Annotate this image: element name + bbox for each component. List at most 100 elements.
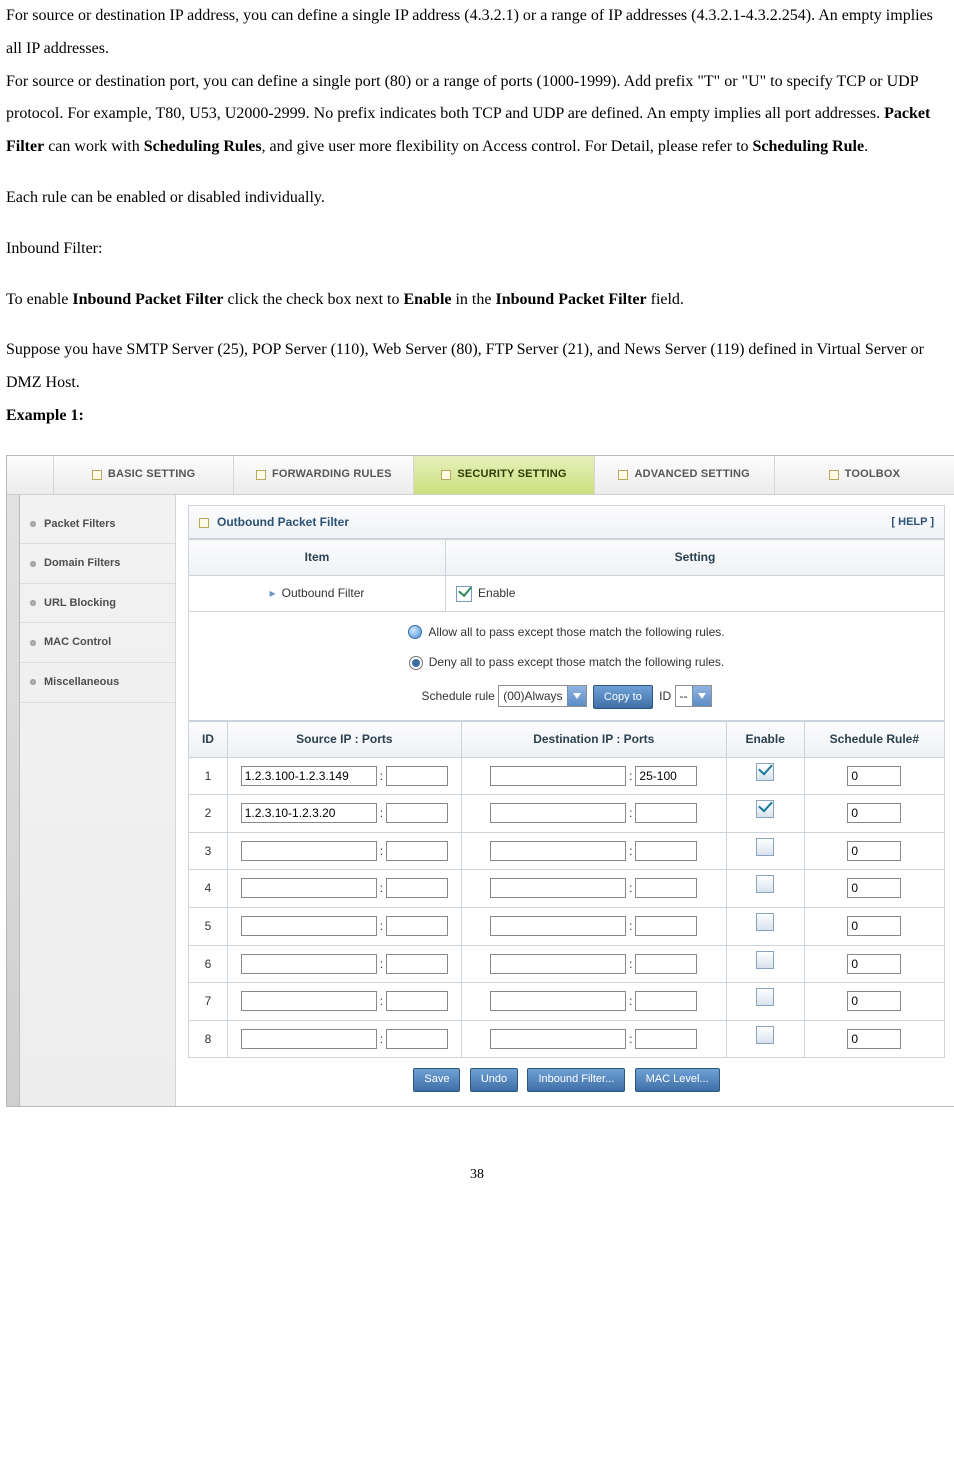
document-body: For source or destination IP address, yo… — [0, 0, 954, 1107]
top-nav: BASIC SETTING FORWARDING RULES SECURITY … — [7, 456, 954, 495]
row-enable-checkbox[interactable] — [756, 875, 774, 893]
schedule-rule-input[interactable] — [847, 1029, 901, 1049]
source-port-input[interactable] — [386, 954, 448, 974]
source-ip-input[interactable] — [241, 916, 377, 936]
source-ip-input[interactable] — [241, 954, 377, 974]
destination-port-input[interactable] — [635, 991, 697, 1011]
destination-port-input[interactable] — [635, 841, 697, 861]
destination-ip-input[interactable] — [490, 878, 626, 898]
schedule-rule-input[interactable] — [847, 841, 901, 861]
deny-radio[interactable] — [409, 656, 423, 670]
row-enable-checkbox[interactable] — [756, 763, 774, 781]
paragraph-port: For source or destination port, you can … — [6, 66, 948, 164]
sidebar-item-packet-filters[interactable]: Packet Filters — [20, 505, 175, 545]
destination-port-input[interactable] — [635, 1029, 697, 1049]
source-ip-input[interactable] — [241, 766, 377, 786]
destination-ip-input[interactable] — [490, 916, 626, 936]
cell-id: 8 — [189, 1020, 228, 1058]
destination-port-input[interactable] — [635, 766, 697, 786]
text: can work with — [44, 138, 144, 155]
tab-advanced-setting[interactable]: ADVANCED SETTING — [595, 456, 775, 494]
cell-enable — [726, 870, 804, 908]
help-link[interactable]: [ HELP ] — [891, 511, 934, 534]
cell-enable — [726, 1020, 804, 1058]
row-enable-checkbox[interactable] — [756, 988, 774, 1006]
colon: : — [626, 1032, 635, 1046]
source-ip-input[interactable] — [241, 841, 377, 861]
schedule-rule-input[interactable] — [847, 878, 901, 898]
source-ip-input[interactable] — [241, 991, 377, 1011]
left-nav: Packet Filters Domain Filters URL Blocki… — [20, 495, 176, 1106]
tab-forwarding-rules[interactable]: FORWARDING RULES — [234, 456, 414, 494]
cell-id: 7 — [189, 983, 228, 1021]
cell-destination: : — [461, 945, 726, 983]
destination-port-input[interactable] — [635, 803, 697, 823]
destination-port-input[interactable] — [635, 916, 697, 936]
table-row: 7:: — [189, 983, 945, 1021]
source-port-input[interactable] — [386, 916, 448, 936]
destination-port-input[interactable] — [635, 954, 697, 974]
row-enable-checkbox[interactable] — [756, 1026, 774, 1044]
source-port-input[interactable] — [386, 766, 448, 786]
save-button[interactable]: Save — [413, 1068, 460, 1092]
sidebar-item-url-blocking[interactable]: URL Blocking — [20, 584, 175, 624]
table-row: 1:: — [189, 757, 945, 795]
col-destination: Destination IP : Ports — [461, 722, 726, 758]
sidebar-item-domain-filters[interactable]: Domain Filters — [20, 544, 175, 584]
destination-ip-input[interactable] — [490, 1029, 626, 1049]
cell-rule — [804, 795, 944, 833]
destination-ip-input[interactable] — [490, 766, 626, 786]
topnav-spacer — [7, 456, 54, 494]
tab-security-setting[interactable]: SECURITY SETTING — [414, 456, 594, 494]
source-port-input[interactable] — [386, 803, 448, 823]
schedule-rule-input[interactable] — [847, 954, 901, 974]
source-ip-input[interactable] — [241, 878, 377, 898]
enable-checkbox[interactable] — [456, 586, 472, 602]
row-enable-checkbox[interactable] — [756, 913, 774, 931]
destination-ip-input[interactable] — [490, 991, 626, 1011]
dropdown-arrow-icon — [692, 686, 711, 706]
cell-rule — [804, 870, 944, 908]
cell-source: : — [227, 983, 461, 1021]
row-enable-checkbox[interactable] — [756, 951, 774, 969]
sidebar-item-miscellaneous[interactable]: Miscellaneous — [20, 663, 175, 703]
schedule-rule-input[interactable] — [847, 916, 901, 936]
row-enable-checkbox[interactable] — [756, 800, 774, 818]
panel-title: Outbound Packet Filter — [217, 515, 349, 529]
destination-ip-input[interactable] — [490, 841, 626, 861]
sidebar-item-mac-control[interactable]: MAC Control — [20, 623, 175, 663]
colon: : — [626, 919, 635, 933]
colon: : — [377, 806, 386, 820]
cell-rule — [804, 907, 944, 945]
schedule-rule-input[interactable] — [847, 803, 901, 823]
source-port-input[interactable] — [386, 841, 448, 861]
cell-id: 3 — [189, 832, 228, 870]
schedule-rule-input[interactable] — [847, 991, 901, 1011]
colon: : — [377, 1032, 386, 1046]
source-port-input[interactable] — [386, 878, 448, 898]
schedule-select[interactable]: (00)Always — [498, 685, 586, 707]
source-port-input[interactable] — [386, 991, 448, 1011]
source-ip-input[interactable] — [241, 803, 377, 823]
tab-basic-setting[interactable]: BASIC SETTING — [54, 456, 234, 494]
tab-toolbox[interactable]: TOOLBOX — [775, 456, 954, 494]
destination-ip-input[interactable] — [490, 803, 626, 823]
destination-port-input[interactable] — [635, 878, 697, 898]
inbound-filter-button[interactable]: Inbound Filter... — [527, 1068, 625, 1092]
text-bold: Scheduling Rule — [753, 138, 865, 155]
undo-button[interactable]: Undo — [470, 1068, 518, 1092]
destination-ip-input[interactable] — [490, 954, 626, 974]
table-row: 3:: — [189, 832, 945, 870]
sidebar-item-label: Domain Filters — [44, 552, 120, 575]
source-port-input[interactable] — [386, 1029, 448, 1049]
tab-bullet-icon — [441, 470, 451, 480]
source-ip-input[interactable] — [241, 1029, 377, 1049]
schedule-rule-input[interactable] — [847, 766, 901, 786]
dropdown-arrow-icon — [567, 686, 586, 706]
row-enable-checkbox[interactable] — [756, 838, 774, 856]
id-select[interactable]: -- — [675, 685, 712, 707]
mac-level-button[interactable]: MAC Level... — [635, 1068, 720, 1092]
cell-rule — [804, 983, 944, 1021]
text-bold: Enable — [403, 291, 451, 308]
copy-to-button[interactable]: Copy to — [593, 685, 653, 709]
